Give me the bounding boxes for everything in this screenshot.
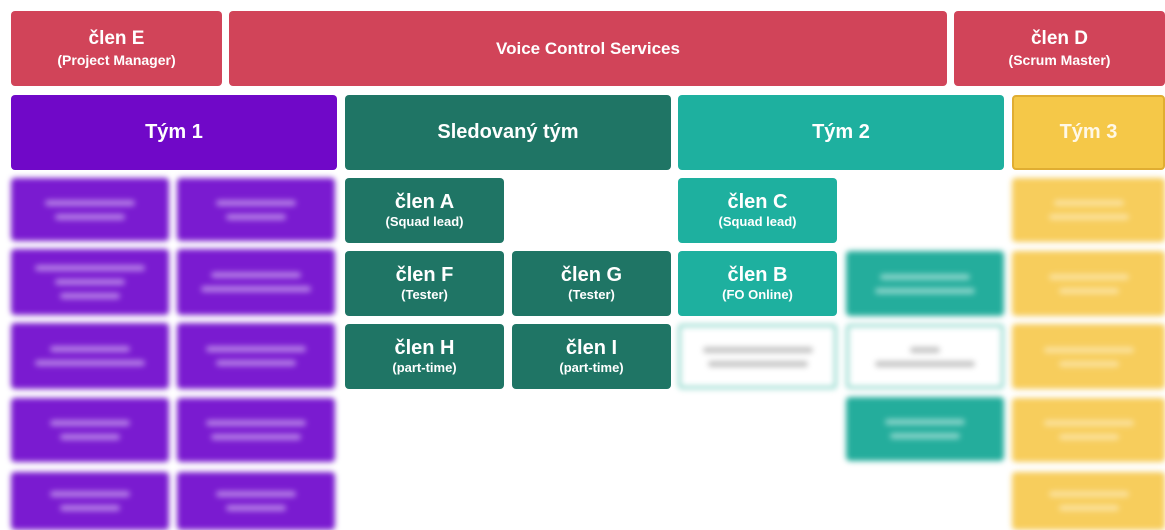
blurred-member-card [1012,472,1165,530]
member-name: člen H [394,337,455,359]
team-label: Tým 2 [812,121,870,143]
blurred-member-card [177,323,335,389]
team-label: Tým 3 [1059,121,1118,143]
member-card-i: člen I (part-time) [512,324,671,389]
blurred-member-card [177,249,335,315]
member-name: člen F [395,264,454,286]
blurred-member-card [11,249,169,315]
member-card-g: člen G (Tester) [512,251,671,316]
member-role: (Squad lead) [385,214,464,229]
header-member-d: člen D (Scrum Master) [954,11,1165,86]
member-role: (Project Manager) [57,52,176,68]
member-name: člen A [394,191,455,213]
blurred-member-card [11,178,169,241]
blurred-member-card [1012,251,1165,316]
member-card-c: člen C (Squad lead) [678,178,837,243]
member-role: (Tester) [568,287,615,302]
member-card-f: člen F (Tester) [345,251,504,316]
member-role: (Scrum Master) [1008,52,1111,68]
header-member-e: člen E (Project Manager) [11,11,222,86]
tracked-team-header: Sledovaný tým [345,95,671,170]
member-role: (part-time) [392,360,457,375]
member-name: člen B [727,264,788,286]
team-2-header: Tým 2 [678,95,1004,170]
blurred-member-card [846,251,1004,316]
team-label: Tým 1 [145,121,203,143]
member-role: (FO Online) [722,287,793,302]
member-card-b: člen B (FO Online) [678,251,837,316]
member-name: člen D [1030,28,1089,49]
member-name: člen C [727,191,788,213]
blurred-member-card [1012,178,1165,242]
blurred-member-card [846,324,1004,389]
blurred-member-card [177,178,335,241]
member-role: (Tester) [401,287,448,302]
team-1-header: Tým 1 [11,95,337,170]
blurred-member-card [678,324,837,389]
member-name: člen I [565,337,618,359]
blurred-member-card [1012,398,1165,462]
member-name: člen E [88,28,145,49]
blurred-member-card [177,472,335,530]
member-card-h: člen H (part-time) [345,324,504,389]
team-3-header: Tým 3 [1012,95,1165,170]
header-title: Voice Control Services [229,11,947,86]
member-role: (part-time) [559,360,624,375]
blurred-member-card [1012,324,1165,389]
member-name: člen G [560,264,623,286]
blurred-member-card [11,398,169,462]
member-card-a: člen A (Squad lead) [345,178,504,243]
page-title: Voice Control Services [496,38,680,58]
blurred-member-card [846,397,1004,461]
blurred-member-card [11,323,169,389]
team-label: Sledovaný tým [437,121,579,143]
member-role: (Squad lead) [718,214,797,229]
blurred-member-card [11,472,169,530]
blurred-member-card [177,398,335,462]
